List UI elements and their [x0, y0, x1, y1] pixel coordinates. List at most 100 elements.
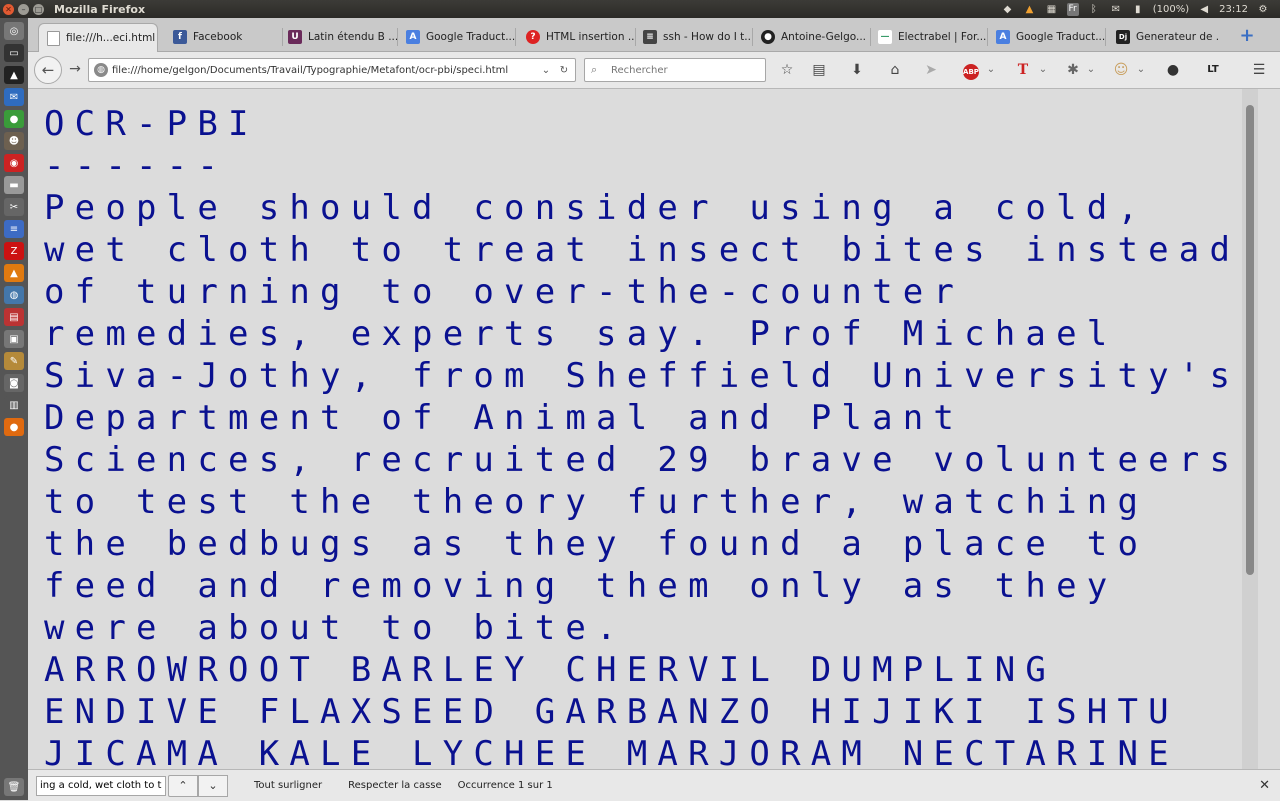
- window-close-button[interactable]: ✕: [3, 3, 14, 15]
- search-icon: ⌕: [591, 63, 598, 76]
- battery-percentage: (100%): [1152, 3, 1190, 15]
- url-bar[interactable]: ◍ file:///home/gelgon/Documents/Travail/…: [88, 58, 576, 82]
- tab[interactable]: ≡ ssh - How do I t...: [635, 24, 753, 50]
- tab-active[interactable]: file:///h...eci.html ✕: [38, 23, 158, 52]
- text-tool-icon[interactable]: T: [1012, 60, 1034, 80]
- chat-bubble-icon[interactable]: ●: [1162, 60, 1184, 80]
- new-tab-button[interactable]: +: [1238, 27, 1256, 45]
- tools-icon[interactable]: ✂: [4, 198, 24, 216]
- translate-icon: A: [996, 30, 1010, 44]
- vertical-scrollbar[interactable]: [1242, 89, 1258, 769]
- find-input[interactable]: [36, 775, 166, 796]
- window-title-bar: ✕ – □ Mozilla Firefox ◆ ▲ ▦ Fr ᛒ ✉ ▮ (10…: [0, 0, 1280, 18]
- chat-icon[interactable]: ●: [4, 110, 24, 128]
- system-tray: ◆ ▲ ▦ Fr ᛒ ✉ ▮ (100%) ◀ 23:12 ⚙: [1001, 2, 1280, 16]
- electrabel-icon: —: [878, 30, 892, 44]
- window-maximize-button[interactable]: □: [33, 3, 44, 15]
- chevron-down-icon[interactable]: ⌄: [986, 60, 996, 80]
- chevron-down-icon[interactable]: ⌄: [1136, 60, 1146, 80]
- webcam-icon[interactable]: ◙: [4, 374, 24, 392]
- tab[interactable]: ● Antoine-Gelgo...: [753, 24, 871, 50]
- find-next-button[interactable]: ⌄: [198, 774, 228, 797]
- clock[interactable]: 23:12: [1219, 4, 1248, 15]
- vlc-icon[interactable]: ▲: [4, 264, 24, 282]
- right-gutter: [1258, 89, 1280, 769]
- search-input[interactable]: [609, 63, 753, 77]
- inkscape-icon[interactable]: ▲: [4, 66, 24, 84]
- volume-icon[interactable]: ◀: [1197, 3, 1211, 16]
- chevron-down-icon[interactable]: ⌄: [1086, 60, 1096, 80]
- page-content: OCR-PBI ------ People should consider us…: [28, 89, 1242, 769]
- match-case-toggle[interactable]: Respecter la casse: [348, 780, 442, 791]
- firefox-icon[interactable]: ●: [4, 418, 24, 436]
- github-icon: ●: [761, 30, 775, 44]
- tab[interactable]: Dj Generateur de ...: [1108, 24, 1220, 50]
- back-button[interactable]: ←: [34, 56, 62, 84]
- adblock-icon[interactable]: ABP: [960, 60, 982, 80]
- search-bar[interactable]: ⌕: [584, 58, 766, 82]
- filezilla-icon[interactable]: Z: [4, 242, 24, 260]
- navigation-toolbar: ← → ◍ file:///home/gelgon/Documents/Trav…: [28, 52, 1280, 89]
- tab[interactable]: A Google Traduct...: [398, 24, 516, 50]
- tab-label: ssh - How do I t...: [663, 31, 753, 43]
- bluetooth-icon[interactable]: ᛒ: [1087, 3, 1101, 16]
- sound-recorder-icon[interactable]: ▥: [4, 396, 24, 414]
- window-icon[interactable]: ▬: [4, 176, 24, 194]
- bug-icon[interactable]: ✱: [1062, 60, 1084, 80]
- network-manager-icon[interactable]: ◍: [4, 286, 24, 304]
- warning-icon[interactable]: ▲: [1023, 3, 1037, 16]
- text-line: remedies, experts say. Prof Michael: [44, 314, 1118, 354]
- thunderbird-icon[interactable]: ✉: [4, 88, 24, 106]
- reload-icon[interactable]: ↻: [557, 65, 571, 76]
- text-line: the bedbugs as they found a place to: [44, 524, 1149, 564]
- scrollbar-thumb[interactable]: [1246, 105, 1254, 575]
- network-icon[interactable]: ▦: [1045, 3, 1059, 16]
- url-text[interactable]: file:///home/gelgon/Documents/Travail/Ty…: [112, 65, 539, 76]
- battery-icon[interactable]: ▮: [1131, 3, 1145, 16]
- text-line: JICAMA KALE LYCHEE MARJORAM NECTARINE: [44, 734, 1179, 769]
- send-icon[interactable]: ➤: [920, 60, 942, 80]
- dropbox-icon[interactable]: ◆: [1001, 3, 1015, 16]
- chevron-down-icon[interactable]: ⌄: [1038, 60, 1048, 80]
- find-status: Occurrence 1 sur 1: [457, 780, 553, 791]
- mail-icon[interactable]: ✉: [1109, 3, 1123, 16]
- trash-icon[interactable]: 🗑: [4, 778, 24, 796]
- tab[interactable]: ? HTML insertion ...: [518, 24, 636, 50]
- download-icon[interactable]: ⬇: [846, 60, 868, 80]
- tab[interactable]: — Electrabel | For...: [870, 24, 988, 50]
- close-icon[interactable]: ✕: [1259, 778, 1270, 793]
- power-icon[interactable]: ⚙: [1256, 3, 1270, 16]
- home-icon[interactable]: ⌂: [884, 60, 906, 80]
- tab-close-icon[interactable]: ✕: [155, 31, 157, 46]
- languagetool-icon[interactable]: LT: [1202, 60, 1224, 80]
- pdf-icon[interactable]: ◉: [4, 154, 24, 172]
- writer-icon[interactable]: ≡: [4, 220, 24, 238]
- bookmark-star-icon[interactable]: ☆: [776, 60, 798, 80]
- find-previous-button[interactable]: ⌃: [168, 774, 198, 797]
- tab-label: Antoine-Gelgo...: [781, 31, 867, 43]
- highlight-all-toggle[interactable]: Tout surligner: [254, 780, 322, 791]
- dash-icon[interactable]: ◎: [4, 22, 24, 40]
- text-line: wet cloth to treat insect bites instead: [44, 230, 1241, 270]
- forward-button[interactable]: →: [64, 60, 86, 78]
- face-icon[interactable]: ☺: [1110, 60, 1132, 80]
- document-viewer-icon[interactable]: ▤: [4, 308, 24, 326]
- text-line: to test the theory further, watching: [44, 482, 1149, 522]
- tab[interactable]: A Google Traduct...: [988, 24, 1106, 50]
- window-minimize-button[interactable]: –: [18, 3, 29, 15]
- text-line: ARROWROOT BARLEY CHERVIL DUMPLING: [44, 650, 1057, 690]
- keyboard-layout-indicator[interactable]: Fr: [1066, 2, 1079, 16]
- heading-underline: ------: [44, 146, 229, 186]
- tab[interactable]: f Facebook: [165, 24, 283, 50]
- stack-icon: ≡: [643, 30, 657, 44]
- tab[interactable]: U Latin étendu B ...: [280, 24, 398, 50]
- tab-label: Facebook: [193, 31, 243, 43]
- screenshot-icon[interactable]: ▣: [4, 330, 24, 348]
- menu-icon[interactable]: ☰: [1248, 60, 1270, 80]
- terminal-icon[interactable]: ▭: [4, 44, 24, 62]
- gimp-icon[interactable]: ☻: [4, 132, 24, 150]
- notes-icon[interactable]: ✎: [4, 352, 24, 370]
- chevron-down-icon[interactable]: ⌄: [539, 65, 553, 76]
- text-line: Department of Animal and Plant: [44, 398, 965, 438]
- bookmarks-list-icon[interactable]: ▤: [808, 60, 830, 80]
